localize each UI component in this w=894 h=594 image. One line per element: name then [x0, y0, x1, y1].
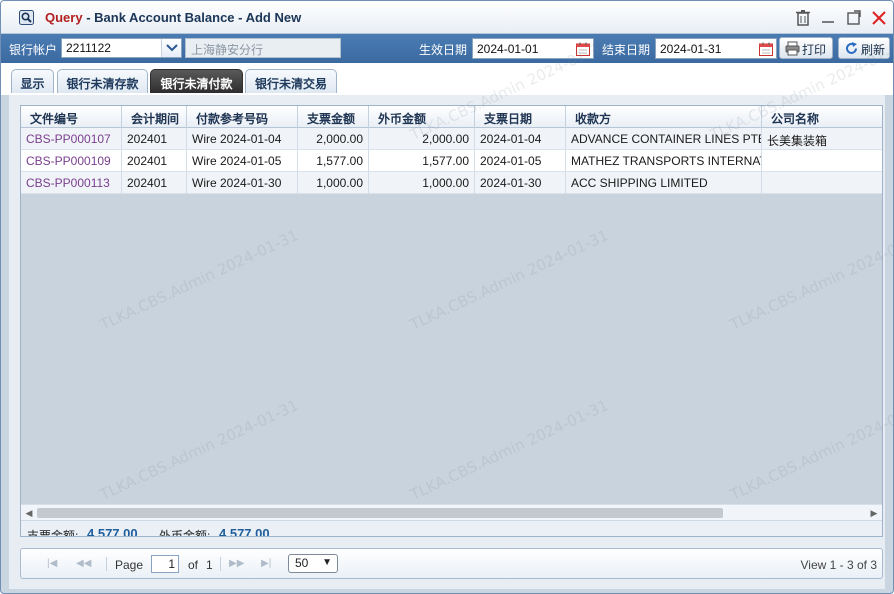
- account-value: 2211122: [66, 41, 111, 55]
- period-cell: 202401: [122, 172, 187, 194]
- start-date-label: 生效日期: [419, 43, 468, 57]
- check-date-cell: 2024-01-04: [475, 128, 566, 150]
- company-cell: [762, 150, 882, 172]
- grid-header: 文件编号 会计期间 付款参考号码 支票金额 外币金额 支票日期 收款方 公司名称: [21, 106, 882, 128]
- check-amount-cell: 1,000.00: [298, 172, 369, 194]
- doc-number-cell[interactable]: CBS-PP000113: [21, 172, 122, 194]
- title-query: Query: [45, 10, 83, 25]
- table-row[interactable]: CBS-PP000113 202401 Wire 2024-01-30 1,00…: [21, 172, 882, 194]
- payment-ref-cell: Wire 2024-01-30: [187, 172, 298, 194]
- first-page-icon[interactable]: |◀: [47, 558, 57, 569]
- table-row[interactable]: CBS-PP000109 202401 Wire 2024-01-05 1,57…: [21, 150, 882, 172]
- query-window: Query - Bank Account Balance - Add New 银…: [0, 0, 894, 594]
- doc-number-cell[interactable]: CBS-PP000109: [21, 150, 122, 172]
- minimize-icon[interactable]: [820, 9, 838, 27]
- foreign-total-label: 外币金额:: [159, 529, 211, 537]
- column-header[interactable]: 会计期间: [122, 106, 187, 128]
- check-date-cell: 2024-01-05: [475, 150, 566, 172]
- refresh-button[interactable]: 刷新: [838, 37, 890, 59]
- account-label: 银行帐户: [9, 43, 58, 57]
- check-amount-cell: 1,577.00: [298, 150, 369, 172]
- check-amount-cell: 2,000.00: [298, 128, 369, 150]
- prev-page-icon[interactable]: ◀◀: [76, 558, 91, 569]
- scroll-right-icon[interactable]: ▶: [869, 508, 879, 518]
- tab-content: 文件编号 会计期间 付款参考号码 支票金额 外币金额 支票日期 收款方 公司名称…: [9, 95, 885, 589]
- account-select[interactable]: 2211122: [61, 38, 182, 58]
- summary-bar: 支票金额: 4,577.00 外币金额: 4,577.00: [21, 520, 882, 537]
- scroll-left-icon[interactable]: ◀: [24, 508, 34, 518]
- column-header[interactable]: 收款方: [566, 106, 762, 128]
- payment-ref-cell: Wire 2024-01-05: [187, 150, 298, 172]
- foreign-amount-cell: 1,000.00: [369, 172, 475, 194]
- period-cell: 202401: [122, 150, 187, 172]
- column-header[interactable]: 支票日期: [475, 106, 566, 128]
- end-date-input[interactable]: 2024-01-31: [655, 38, 777, 59]
- check-total-label: 支票金额:: [27, 529, 79, 537]
- printer-icon: [785, 41, 800, 56]
- column-header[interactable]: 外币金额: [369, 106, 475, 128]
- page-size-select[interactable]: 50 ▼: [288, 554, 338, 573]
- period-cell: 202401: [122, 128, 187, 150]
- foreign-total-value[interactable]: 4,577.00: [219, 526, 270, 536]
- page-label: Page: [115, 558, 144, 572]
- calendar-icon[interactable]: [759, 42, 773, 56]
- pager-separator: [106, 557, 107, 571]
- close-icon[interactable]: [871, 9, 889, 27]
- tab-display[interactable]: 显示: [11, 69, 54, 93]
- title-bar: Query - Bank Account Balance - Add New: [1, 1, 893, 34]
- maximize-icon[interactable]: [846, 9, 864, 27]
- chevron-down-icon[interactable]: [161, 39, 181, 57]
- column-header[interactable]: 文件编号: [21, 106, 122, 128]
- window-title: Query - Bank Account Balance - Add New: [45, 10, 301, 25]
- end-date-label: 结束日期: [602, 43, 651, 57]
- calendar-icon[interactable]: [576, 42, 590, 56]
- tab-outstanding-deposits[interactable]: 银行未清存款: [57, 69, 148, 93]
- company-cell: 长美集装箱: [767, 134, 828, 148]
- delete-icon[interactable]: [795, 9, 813, 27]
- print-label: 打印: [802, 43, 827, 57]
- check-total-value[interactable]: 4,577.00: [87, 526, 138, 536]
- payee-cell: ADVANCE CONTAINER LINES PTE: [566, 128, 762, 150]
- title-rest: Bank Account Balance - Add New: [94, 10, 302, 25]
- start-date-value: 2024-01-01: [477, 42, 539, 56]
- payee-cell: MATHEZ TRANSPORTS INTERNAT: [566, 150, 762, 172]
- column-header[interactable]: 付款参考号码: [187, 106, 298, 128]
- total-pages: 1: [206, 558, 213, 572]
- scroll-thumb[interactable]: [37, 508, 723, 518]
- page-size-value: 50: [295, 556, 309, 570]
- filter-toolbar: 银行帐户 2211122 上海静安分行 生效日期 2024-01-01 结束日期…: [1, 34, 893, 63]
- foreign-amount-cell: 2,000.00: [369, 128, 475, 150]
- payment-ref-cell: Wire 2024-01-04: [187, 128, 298, 150]
- column-header[interactable]: 支票金额: [298, 106, 369, 128]
- branch-field: 上海静安分行: [185, 38, 341, 58]
- of-label: of: [188, 558, 199, 572]
- horizontal-scrollbar[interactable]: ◀ ▶: [21, 504, 882, 520]
- refresh-icon: [846, 42, 857, 54]
- print-button[interactable]: 打印: [779, 37, 833, 59]
- search-window-icon: [19, 10, 34, 25]
- chevron-down-icon: ▼: [322, 557, 332, 568]
- column-header[interactable]: 公司名称: [762, 106, 882, 128]
- tab-strip: 显示 银行未清存款 银行未清付款 银行未清交易: [1, 63, 893, 95]
- foreign-amount-cell: 1,577.00: [369, 150, 475, 172]
- tab-outstanding-payments[interactable]: 银行未清付款: [150, 69, 243, 93]
- end-date-value: 2024-01-31: [660, 42, 722, 56]
- refresh-label: 刷新: [861, 43, 886, 57]
- payee-cell: ACC SHIPPING LIMITED: [566, 172, 762, 194]
- tab-outstanding-transactions[interactable]: 银行未清交易: [245, 69, 337, 93]
- doc-number-cell[interactable]: CBS-PP000107: [21, 128, 122, 150]
- start-date-input[interactable]: 2024-01-01: [472, 38, 594, 59]
- title-separator: -: [82, 10, 95, 25]
- page-input[interactable]: 1: [151, 555, 179, 573]
- company-cell: [762, 172, 882, 194]
- view-range-text: View 1 - 3 of 3: [800, 558, 878, 572]
- pager-separator: [220, 557, 221, 571]
- next-page-icon[interactable]: ▶▶: [229, 558, 244, 569]
- payments-grid: 文件编号 会计期间 付款参考号码 支票金额 外币金额 支票日期 收款方 公司名称…: [20, 105, 883, 537]
- pager: |◀ ◀◀ Page 1 of 1 ▶▶ ▶| 50 ▼ View 1 - 3 …: [20, 548, 883, 579]
- table-row[interactable]: CBS-PP000107 202401 Wire 2024-01-04 2,00…: [21, 128, 882, 150]
- last-page-icon[interactable]: ▶|: [261, 558, 271, 569]
- check-date-cell: 2024-01-30: [475, 172, 566, 194]
